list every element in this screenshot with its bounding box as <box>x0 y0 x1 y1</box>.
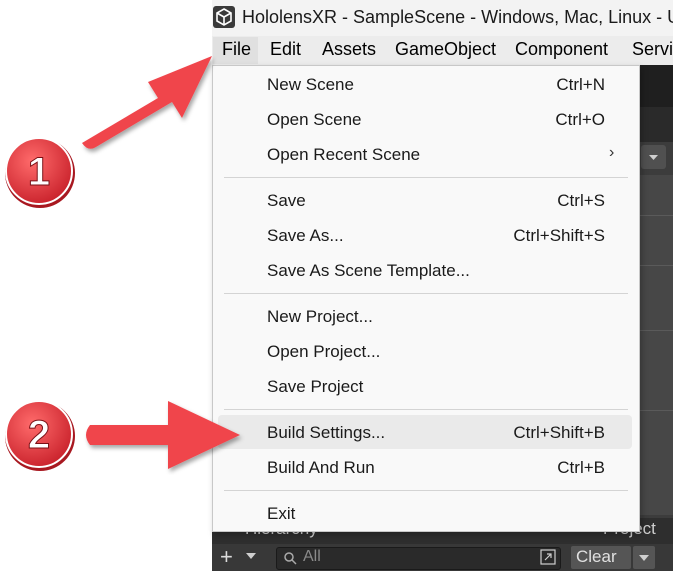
window-title: HololensXR - SampleScene - Windows, Mac,… <box>242 7 673 27</box>
menu-separator <box>224 490 628 491</box>
menu-item-save[interactable]: Save <box>267 191 306 211</box>
clear-label: Clear <box>576 547 617 566</box>
shortcut-open-scene: Ctrl+O <box>555 110 605 129</box>
step-badge-1: 1 <box>5 137 75 208</box>
submenu-chevron-icon: › <box>609 144 615 161</box>
editor-toolbar <box>640 65 673 107</box>
scene-view[interactable] <box>640 175 673 515</box>
menu-item-save-project[interactable]: Save Project <box>267 377 363 397</box>
menu-separator <box>224 177 628 178</box>
clear-options-button[interactable] <box>633 546 655 569</box>
menu-item-build-and-run[interactable]: Build And Run <box>267 458 375 478</box>
scene-dropdown-button[interactable] <box>641 145 666 169</box>
search-placeholder: All <box>303 548 321 565</box>
shortcut-save: Ctrl+S <box>557 191 605 210</box>
menu-edit[interactable]: Edit <box>270 39 301 60</box>
menu-item-open-scene[interactable]: Open Scene <box>267 110 362 130</box>
chevron-down-icon <box>649 155 658 160</box>
menu-component[interactable]: Component <box>515 39 608 60</box>
annotation-arrow-1 <box>82 56 212 149</box>
grid-line <box>640 410 673 411</box>
grid-line <box>640 330 673 331</box>
menu-item-build-settings[interactable]: Build Settings... <box>267 423 385 443</box>
shortcut-build-and-run: Ctrl+B <box>557 458 605 477</box>
menu-item-save-as[interactable]: Save As... <box>267 226 344 246</box>
menu-item-new-scene[interactable]: New Scene <box>267 75 354 95</box>
chevron-down-icon <box>639 555 649 561</box>
menu-item-exit[interactable]: Exit <box>267 504 295 524</box>
step-badge-2: 2 <box>5 400 75 471</box>
menu-item-new-project[interactable]: New Project... <box>267 307 373 327</box>
menu-separator <box>224 293 628 294</box>
menu-separator <box>224 409 628 410</box>
unity-logo-icon <box>213 6 235 28</box>
grid-line <box>640 215 673 216</box>
annotation-arrow-2 <box>86 401 240 469</box>
menu-item-save-as-scene-template[interactable]: Save As Scene Template... <box>267 261 470 281</box>
add-dropdown-icon <box>246 553 256 559</box>
menu-assets[interactable]: Assets <box>322 39 376 60</box>
grid-line <box>640 265 673 266</box>
menu-item-open-recent-scene[interactable]: Open Recent Scene <box>267 145 420 165</box>
menu-item-open-project[interactable]: Open Project... <box>267 342 380 362</box>
menu-gameobject[interactable]: GameObject <box>395 39 496 60</box>
add-button[interactable]: + <box>220 544 233 570</box>
menu-services[interactable]: Servic <box>632 39 673 60</box>
shortcut-build-settings: Ctrl+Shift+B <box>513 423 605 442</box>
step-badge-2-label: 2 <box>28 413 50 457</box>
expand-icon[interactable] <box>540 549 556 565</box>
step-badge-1-label: 1 <box>28 150 50 194</box>
search-icon <box>284 552 297 565</box>
shortcut-new-scene: Ctrl+N <box>556 75 605 94</box>
shortcut-save-as: Ctrl+Shift+S <box>513 226 605 245</box>
scene-tab-strip <box>640 107 673 142</box>
